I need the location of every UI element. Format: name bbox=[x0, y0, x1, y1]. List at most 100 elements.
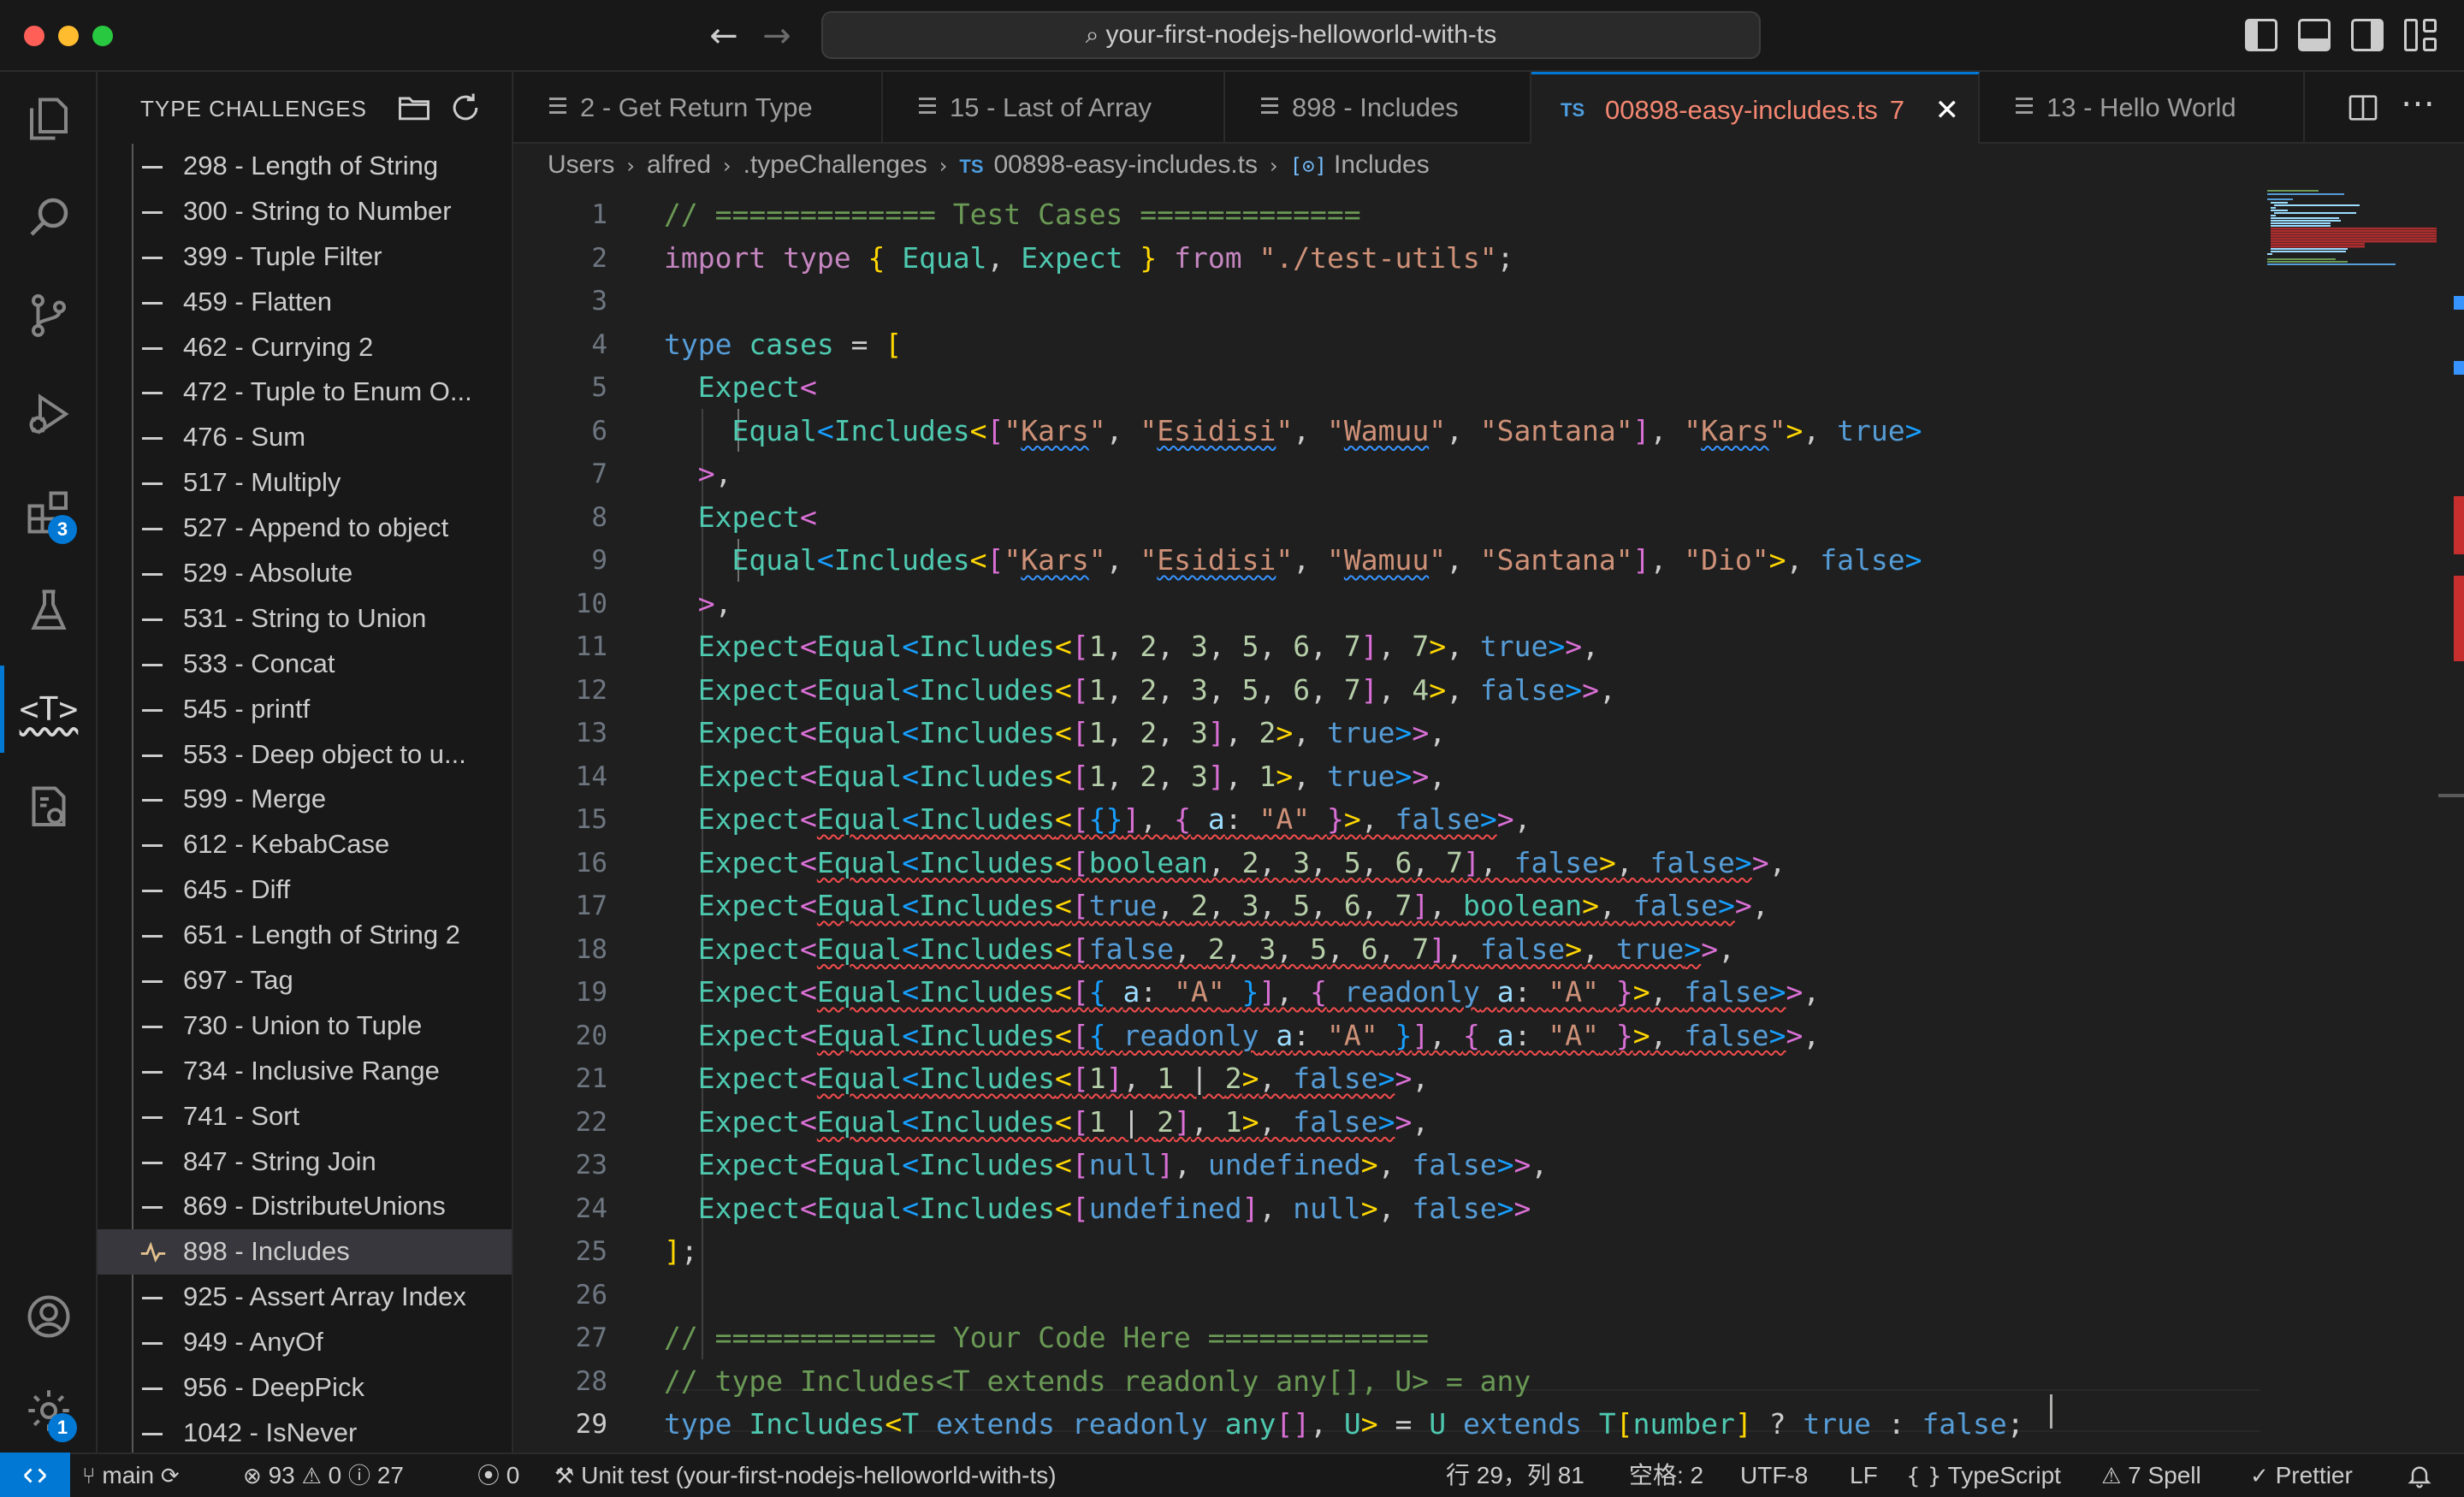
challenge-item[interactable]: 300 - String to Number bbox=[98, 189, 512, 234]
code-line[interactable]: ​ bbox=[664, 280, 2375, 323]
toggle-primary-sidebar-icon[interactable] bbox=[2245, 19, 2277, 51]
challenge-item[interactable]: 741 - Sort bbox=[98, 1094, 512, 1139]
breadcrumb-item[interactable]: 00898-easy-includes.ts bbox=[994, 151, 1259, 179]
challenge-item[interactable]: 847 - String Join bbox=[98, 1139, 512, 1185]
challenge-item[interactable]: 645 - Diff bbox=[98, 867, 512, 913]
split-editor-icon[interactable] bbox=[2346, 91, 2380, 125]
code-line[interactable]: Expect<Equal<Includes<[{}], { a: "A" }>,… bbox=[664, 798, 2375, 842]
code-line[interactable]: Expect<Equal<Includes<[undefined], null>… bbox=[664, 1187, 2375, 1231]
challenge-item[interactable]: 697 - Tag bbox=[98, 958, 512, 1003]
indentation-indicator[interactable]: 空格: 2 bbox=[1629, 1454, 1703, 1497]
code-line[interactable]: Expect<Equal<Includes<[1, 2, 3, 5, 6, 7]… bbox=[664, 625, 2375, 669]
challenge-item[interactable]: 869 - DistributeUnions bbox=[98, 1184, 512, 1229]
code-line[interactable]: Expect<Equal<Includes<[1, 2, 3], 2>, tru… bbox=[664, 712, 2375, 755]
eol-indicator[interactable]: LF bbox=[1850, 1454, 1878, 1497]
code-line[interactable]: ​ bbox=[664, 1274, 2375, 1317]
code-line[interactable]: ]; bbox=[664, 1230, 2375, 1274]
testing-flask-icon[interactable] bbox=[0, 564, 98, 658]
challenge-item[interactable]: 527 - Append to object bbox=[98, 506, 512, 551]
code-line[interactable]: // ============= Your Code Here ========… bbox=[664, 1317, 2375, 1360]
code-line[interactable]: Expect<Equal<Includes<[1, 2, 3], 1>, tru… bbox=[664, 755, 2375, 799]
tab-includes-preview[interactable]: 898 - Includes bbox=[1225, 72, 1531, 144]
tab-get-return-type[interactable]: 2 - Get Return Type bbox=[513, 72, 883, 144]
encoding-indicator[interactable]: UTF-8 bbox=[1740, 1454, 1808, 1497]
accounts-icon[interactable] bbox=[0, 1269, 98, 1364]
code-line[interactable]: Equal<Includes<["Kars", "Esidisi", "Wamu… bbox=[664, 539, 2375, 583]
new-folder-icon[interactable] bbox=[395, 89, 433, 127]
breadcrumb-item[interactable]: Users bbox=[548, 151, 614, 179]
task-indicator[interactable]: ⚒ Unit test (your-first-nodejs-helloworl… bbox=[554, 1454, 1057, 1497]
challenge-item[interactable]: 472 - Tuple to Enum O... bbox=[98, 370, 512, 415]
code-line[interactable]: import type { Equal, Expect } from "./te… bbox=[664, 237, 2375, 281]
command-center[interactable]: ⌕ your-first-nodejs-helloworld-with-ts bbox=[821, 11, 1761, 59]
code-line[interactable]: Expect<Equal<Includes<[true, 2, 3, 5, 6,… bbox=[664, 885, 2375, 928]
manage-gear-icon[interactable]: 1 bbox=[0, 1364, 98, 1458]
run-and-debug-icon[interactable] bbox=[0, 367, 98, 461]
code-line[interactable]: // ============= Test Cases ============… bbox=[664, 193, 2375, 237]
search-icon[interactable] bbox=[0, 170, 98, 264]
breadcrumb-item[interactable]: .typeChallenges bbox=[743, 151, 927, 179]
code-line[interactable]: Expect< bbox=[664, 366, 2375, 410]
extensions-icon[interactable]: 3 bbox=[0, 465, 98, 559]
branch-indicator[interactable]: ⑂ main ⟳ bbox=[82, 1454, 180, 1497]
code-line[interactable]: // type Includes<T extends readonly any[… bbox=[664, 1360, 2375, 1404]
code-line[interactable]: Expect<Equal<Includes<[boolean, 2, 3, 5,… bbox=[664, 842, 2375, 885]
refresh-icon[interactable] bbox=[447, 89, 484, 127]
code-line[interactable]: Expect<Equal<Includes<[1], 1 | 2>, false… bbox=[664, 1057, 2375, 1101]
more-actions-icon[interactable]: ⋯ bbox=[2401, 86, 2435, 125]
window-close-button[interactable] bbox=[24, 26, 44, 46]
remote-indicator-icon[interactable] bbox=[0, 1453, 70, 1497]
toggle-secondary-sidebar-icon[interactable] bbox=[2351, 19, 2384, 51]
breadcrumb-item[interactable]: alfred bbox=[647, 151, 711, 179]
code-line[interactable]: Expect<Equal<Includes<[false, 2, 3, 5, 6… bbox=[664, 928, 2375, 972]
window-minimize-button[interactable] bbox=[58, 26, 79, 46]
window-maximize-button[interactable] bbox=[92, 26, 113, 46]
cursor-position[interactable]: 行 29，列 81 bbox=[1446, 1454, 1584, 1497]
source-control-icon[interactable] bbox=[0, 269, 98, 363]
breadcrumb-item[interactable]: Includes bbox=[1334, 151, 1430, 179]
tab-easy-includes-ts[interactable]: TS 00898-easy-includes.ts 7 ✕ bbox=[1531, 72, 1980, 145]
challenge-item[interactable]: 734 - Inclusive Range bbox=[98, 1049, 512, 1094]
code-line[interactable]: type Includes<T extends readonly any[], … bbox=[664, 1403, 2375, 1447]
code-line[interactable]: Expect<Equal<Includes<[{ a: "A" }], { re… bbox=[664, 971, 2375, 1015]
challenge-item[interactable]: 599 - Merge bbox=[98, 777, 512, 822]
challenge-item[interactable]: 949 - AnyOf bbox=[98, 1320, 512, 1365]
challenge-item[interactable]: 730 - Union to Tuple bbox=[98, 1003, 512, 1049]
code-line[interactable]: Equal<Includes<["Kars", "Esidisi", "Wamu… bbox=[664, 410, 2375, 453]
challenge-item[interactable]: 956 - DeepPick bbox=[98, 1365, 512, 1411]
prettier-indicator[interactable]: ✓ Prettier bbox=[2250, 1454, 2353, 1497]
challenge-item[interactable]: 531 - String to Union bbox=[98, 596, 512, 642]
challenge-item[interactable]: 459 - Flatten bbox=[98, 280, 512, 325]
notifications-bell-icon[interactable] bbox=[2406, 1454, 2433, 1497]
challenge-item[interactable]: 529 - Absolute bbox=[98, 551, 512, 596]
customize-layout-icon[interactable] bbox=[2404, 19, 2437, 51]
challenge-item[interactable]: 533 - Concat bbox=[98, 642, 512, 687]
minimap[interactable] bbox=[2266, 186, 2442, 323]
challenge-item[interactable]: 925 - Assert Array Index bbox=[98, 1275, 512, 1320]
challenge-item[interactable]: 517 - Multiply bbox=[98, 460, 512, 506]
toggle-panel-icon[interactable] bbox=[2298, 19, 2331, 51]
code-line[interactable]: >, bbox=[664, 453, 2375, 496]
challenge-item[interactable]: 651 - Length of String 2 bbox=[98, 913, 512, 958]
remote-explorer-icon[interactable] bbox=[0, 760, 98, 855]
challenge-item[interactable]: 553 - Deep object to u... bbox=[98, 732, 512, 778]
ports-indicator[interactable]: ⦿ 0 bbox=[477, 1454, 519, 1497]
challenge-item[interactable]: 545 - printf bbox=[98, 687, 512, 732]
go-back-button[interactable]: ← bbox=[703, 15, 744, 56]
go-forward-button[interactable]: → bbox=[756, 15, 797, 56]
explorer-icon[interactable] bbox=[0, 72, 98, 166]
code-line[interactable]: Expect<Equal<Includes<[{ readonly a: "A"… bbox=[664, 1015, 2375, 1058]
code-line[interactable]: Expect<Equal<Includes<[1, 2, 3, 5, 6, 7]… bbox=[664, 669, 2375, 713]
code-line[interactable]: Expect<Equal<Includes<[1 | 2], 1>, false… bbox=[664, 1101, 2375, 1145]
problems-indicator[interactable]: ⊗ 93 ⚠ 0 ⓘ 27 bbox=[243, 1454, 404, 1497]
language-mode[interactable]: { } TypeScript bbox=[1906, 1454, 2061, 1497]
tab-hello-world[interactable]: 13 - Hello World bbox=[1980, 72, 2305, 144]
type-challenges-icon[interactable]: <T> bbox=[0, 662, 98, 756]
code-content[interactable]: // ============= Test Cases ============… bbox=[664, 193, 2375, 1447]
sync-icon[interactable]: ⟳ bbox=[161, 1464, 180, 1489]
code-editor[interactable]: 1 2 3 4 5 6 7 8 9 10 11 12 13 14 15 16 1… bbox=[513, 186, 2464, 1453]
challenge-item-selected[interactable]: 898 - Includes bbox=[98, 1229, 512, 1275]
code-line[interactable]: Expect<Equal<Includes<[null], undefined>… bbox=[664, 1144, 2375, 1187]
challenge-item[interactable]: 298 - Length of String bbox=[98, 144, 512, 189]
vertical-scrollbar[interactable] bbox=[2438, 186, 2464, 1453]
